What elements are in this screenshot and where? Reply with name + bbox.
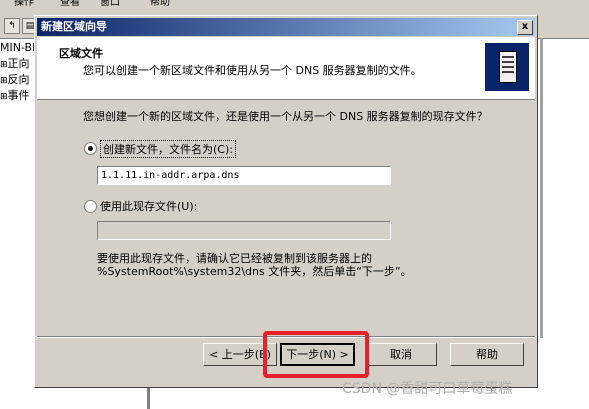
header-subtitle: 您可以创建一个新区域文件和使用从另一个 DNS 服务器复制的文件。 [83, 64, 422, 77]
tree-collapse-icon[interactable]: ⊞ [0, 76, 8, 86]
use-existing-file-label[interactable]: 使用此现存文件(U): [100, 198, 197, 214]
menu-item-action[interactable]: 操作 [14, 0, 34, 8]
dialog-title: 新建区域向导 [41, 20, 107, 33]
close-button[interactable]: x [517, 20, 533, 35]
next-button-highlight [263, 331, 369, 378]
background-scrollbar[interactable] [540, 38, 543, 338]
background-menubar: 操作 查看 窗口 帮助 [0, 0, 589, 14]
create-new-file-label[interactable]: 创建新文件，文件名为(C): [100, 140, 236, 158]
tree-item-events[interactable]: ⊞事件 [0, 87, 30, 103]
question-text: 您想创建一个新的区域文件，还是使用一个从另一个 DNS 服务器复制的现存文件？ [83, 110, 488, 123]
tree-item-forward[interactable]: ⊞正向 [0, 55, 30, 71]
cancel-button[interactable]: 取消 [365, 343, 437, 366]
menu-item-window[interactable]: 窗口 [100, 0, 120, 8]
wizard-header: 区域文件 您可以创建一个新区域文件和使用从另一个 DNS 服务器复制的文件。 [37, 37, 535, 100]
use-existing-file-radio[interactable] [84, 200, 97, 213]
new-file-name-input[interactable]: 1.1.11.in-addr.arpa.dns [97, 166, 391, 185]
tree-collapse-icon[interactable]: ⊞ [0, 92, 8, 102]
menu-item-help[interactable]: 帮助 [150, 0, 170, 8]
existing-file-input[interactable] [97, 221, 391, 240]
radio-selected-dot [88, 146, 93, 151]
dns-server-icon [485, 43, 529, 91]
watermark: CSDN @香甜可口草莓蛋糕 [342, 381, 513, 397]
menu-item-view[interactable]: 查看 [60, 0, 80, 8]
help-button[interactable]: 帮助 [450, 343, 524, 366]
create-new-file-radio[interactable] [84, 142, 97, 155]
header-title: 区域文件 [59, 47, 103, 60]
tree-collapse-icon[interactable]: ⊞ [0, 60, 8, 70]
tree-item-reverse[interactable]: ⊞反向 [0, 71, 30, 87]
up-folder-icon[interactable]: ↰ [4, 18, 20, 34]
existing-file-note: 要使用此现存文件，请确认它已经被复制到该服务器上的 %SystemRoot%\s… [97, 252, 412, 278]
dialog-titlebar[interactable]: 新建区域向导 x [37, 18, 535, 36]
